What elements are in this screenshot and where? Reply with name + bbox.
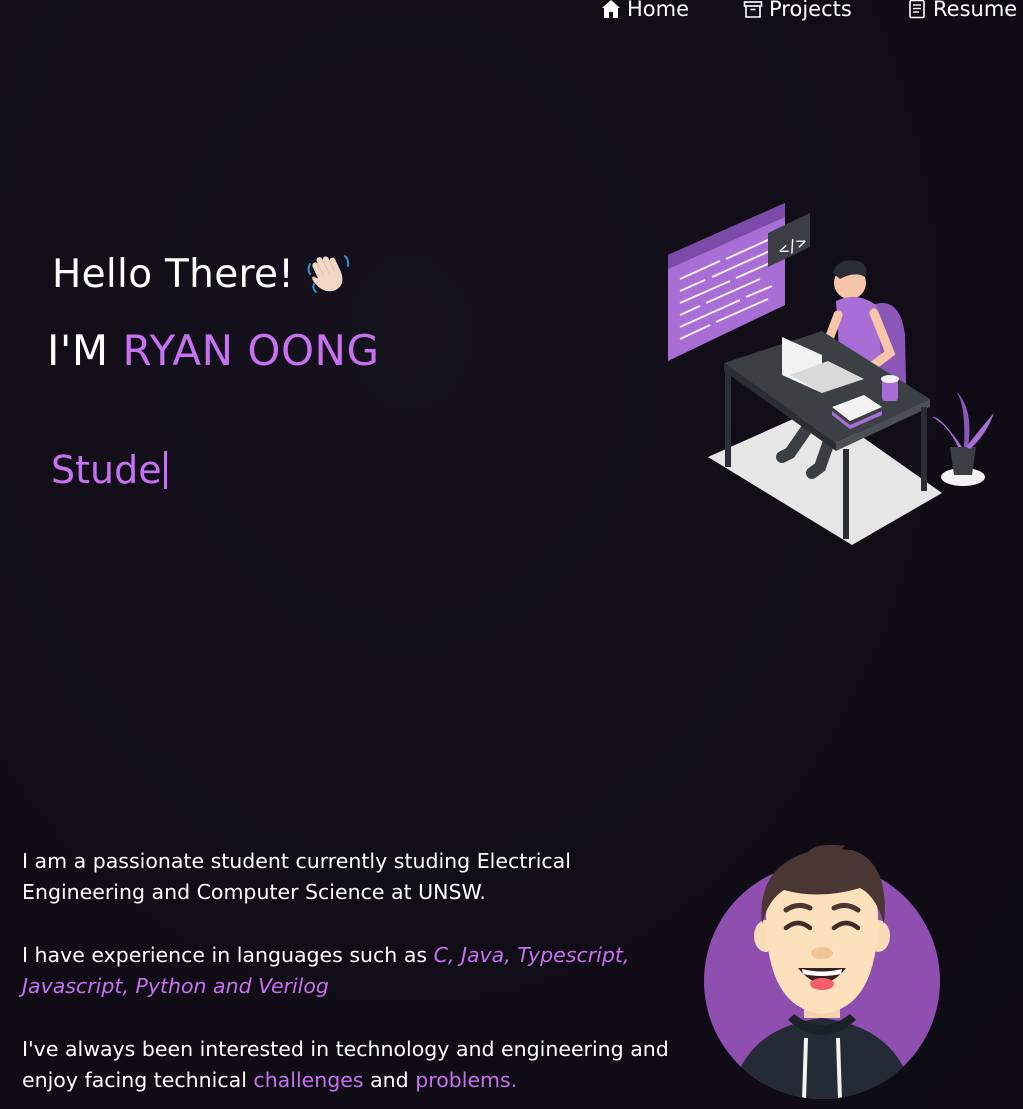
typewriter-cursor [163, 451, 167, 489]
about-paragraph-2: I have experience in languages such as C… [22, 940, 682, 1002]
nav-resume-label: Resume [933, 0, 1018, 21]
about-languages-prefix: I have experience in languages such as [22, 943, 428, 967]
home-icon [602, 0, 620, 18]
nav-home-link[interactable]: Home [601, 0, 689, 24]
hero-intro-prefix: I'M [47, 326, 109, 375]
nav-projects-link[interactable]: Projects [743, 0, 852, 24]
about-problems-word: problems. [415, 1068, 518, 1092]
about-section: I am a passionate student currently stud… [22, 846, 682, 1109]
nav-home-label: Home [627, 0, 690, 21]
nav-projects-label: Projects [769, 0, 852, 21]
about-and-word: and [370, 1068, 409, 1092]
about-paragraph-1: I am a passionate student currently stud… [22, 849, 571, 904]
developer-desk-illustration: </> [668, 203, 994, 545]
avatar [704, 844, 940, 1099]
hero-greeting: Hello There! [52, 250, 352, 298]
archive-icon [743, 1, 763, 18]
typewriter-value: Stude [51, 448, 162, 492]
document-icon [909, 0, 925, 19]
typewriter-text: Stude [51, 448, 167, 492]
hero-name: RYAN OONG [122, 326, 380, 375]
code-window-graphic: </> [668, 203, 810, 361]
about-paragraph-3: I've always been interested in technolog… [22, 1034, 682, 1096]
waving-hand-icon [307, 255, 350, 293]
about-challenges-word: challenges [253, 1068, 364, 1092]
hero-greeting-text: Hello There! [52, 251, 295, 297]
hero-intro: I'M RYAN OONG [47, 326, 380, 375]
page: Home Projects Resume Hello There! I'M RY… [0, 0, 1023, 1109]
nav-resume-link[interactable]: Resume [907, 0, 1017, 24]
